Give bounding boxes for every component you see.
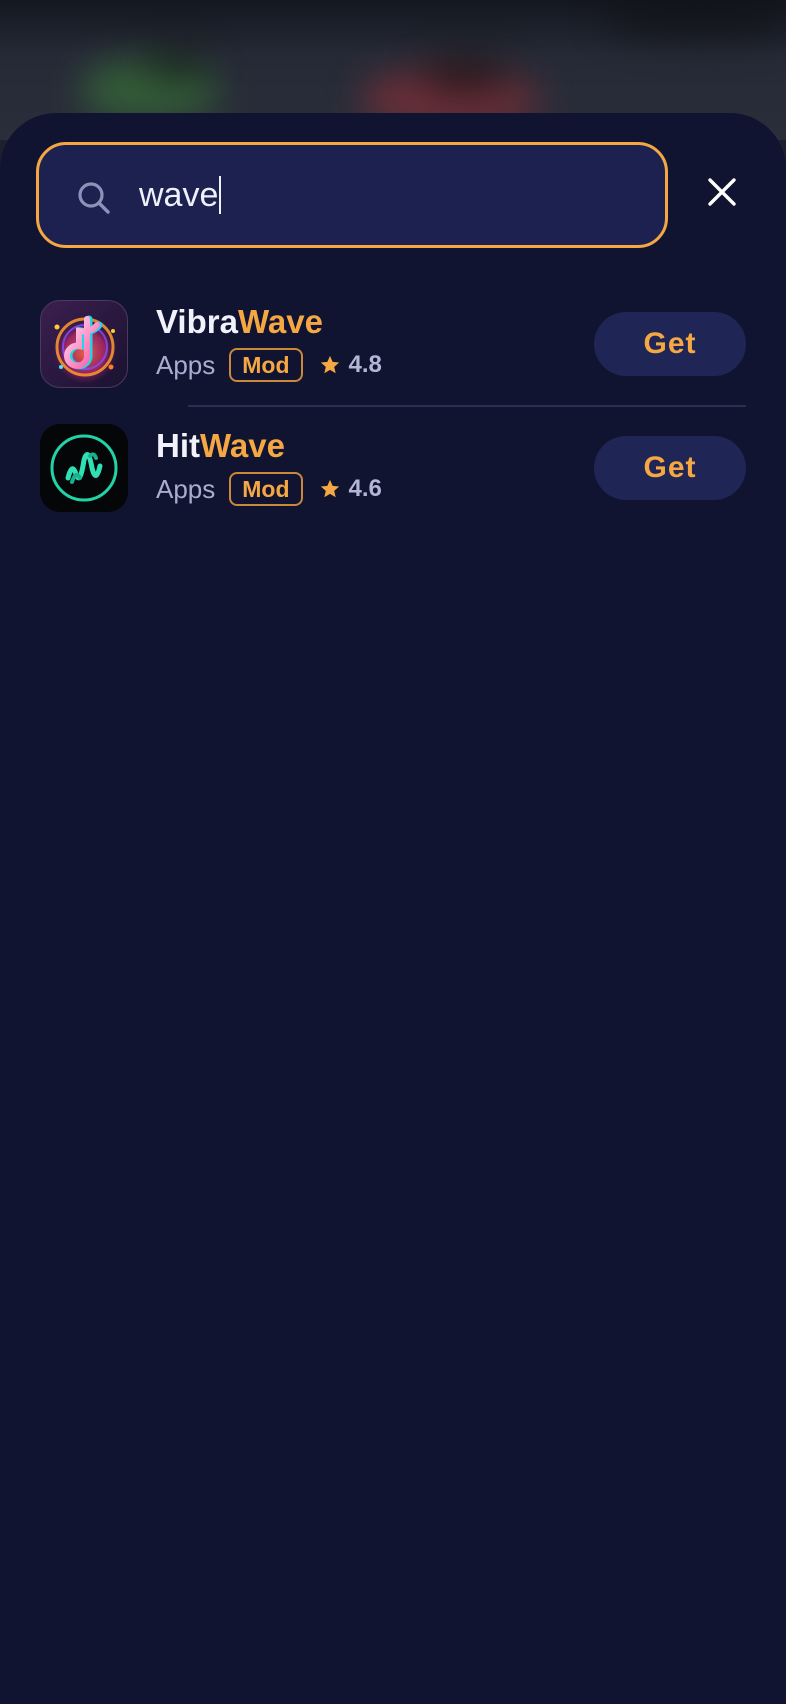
list-divider <box>188 405 746 407</box>
app-rating: 4.6 <box>348 475 382 502</box>
search-input[interactable]: wave <box>139 145 222 245</box>
star-icon <box>320 479 339 498</box>
close-icon <box>708 178 736 206</box>
app-name-highlight: Wave <box>237 303 323 340</box>
app-meta: Apps Mod 4.8 <box>156 346 382 384</box>
get-button[interactable]: Get <box>594 312 746 376</box>
app-name: VibraWave <box>156 303 323 341</box>
text-caret <box>219 176 222 214</box>
app-name: HitWave <box>156 427 285 465</box>
search-icon <box>78 182 110 214</box>
app-name-highlight: Wave <box>200 427 285 464</box>
list-item[interactable]: VibraWave Apps Mod 4.8 Get <box>0 286 786 410</box>
app-name-prefix: Hit <box>156 427 200 464</box>
app-name-prefix: Vibra <box>156 303 238 340</box>
close-button[interactable] <box>700 170 744 214</box>
mod-badge: Mod <box>229 472 303 506</box>
list-item[interactable]: HitWave Apps Mod 4.6 Get <box>0 410 786 534</box>
app-category: Apps <box>156 473 216 504</box>
search-field[interactable]: wave <box>36 142 668 248</box>
app-meta: Apps Mod 4.6 <box>156 470 382 508</box>
mod-badge: Mod <box>229 348 303 382</box>
star-icon <box>320 355 339 374</box>
app-category: Apps <box>156 349 216 380</box>
music-note-icon <box>40 300 128 388</box>
get-button[interactable]: Get <box>594 436 746 500</box>
sound-wave-icon <box>40 424 128 512</box>
app-rating: 4.8 <box>348 351 382 378</box>
search-input-value: wave <box>139 175 219 214</box>
